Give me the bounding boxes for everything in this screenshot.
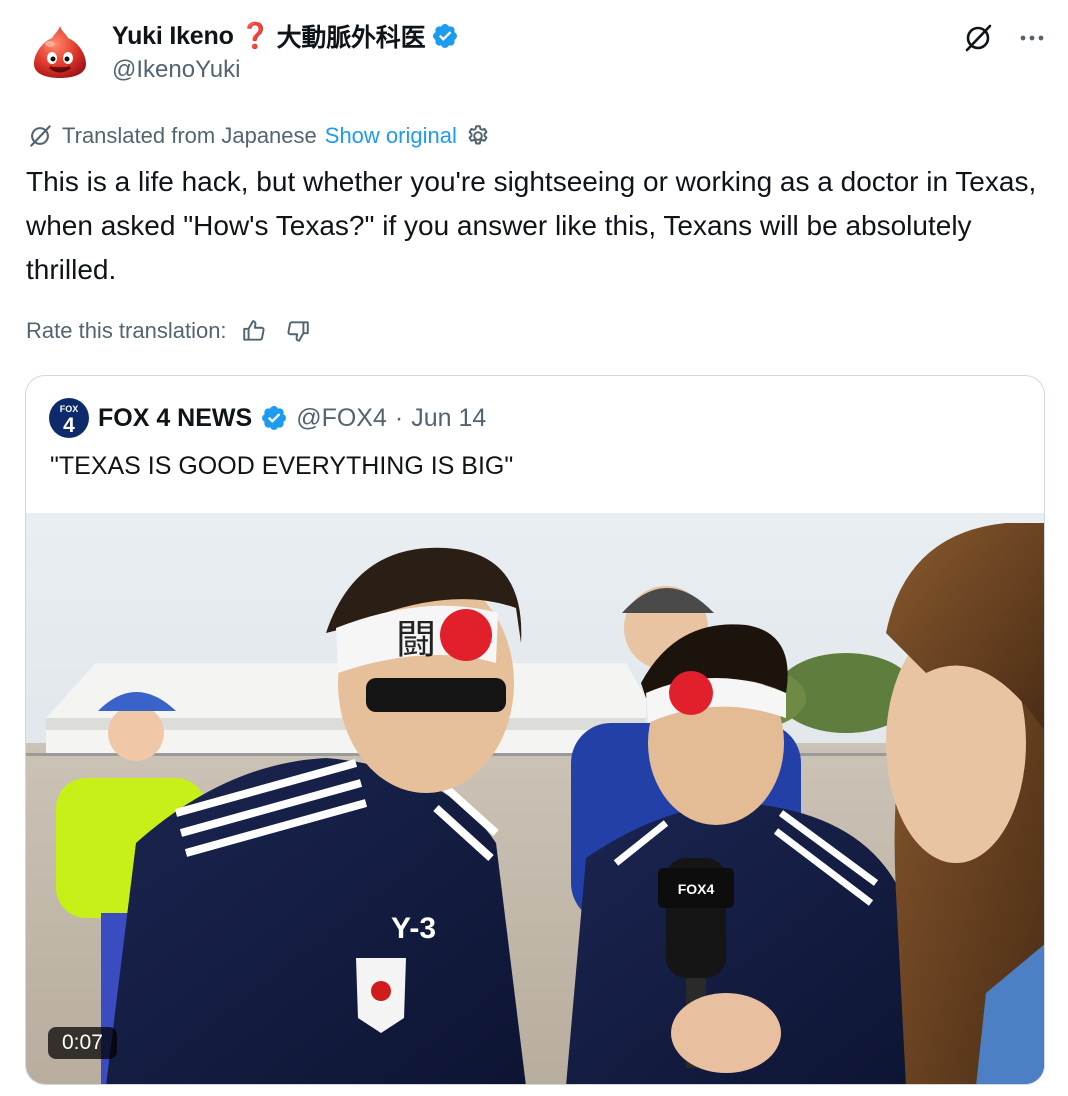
more-icon[interactable] (1016, 22, 1048, 54)
verified-badge-icon[interactable] (260, 404, 288, 432)
author-name-row[interactable]: Yuki Ikeno ❓ 大動脈外科医 (112, 20, 459, 52)
fox4-logo[interactable]: FOX 4 (48, 397, 90, 439)
author-handle[interactable]: @IkenoYuki (112, 56, 240, 84)
author-name-emoji: ❓ (239, 21, 271, 50)
grok-icon[interactable] (962, 22, 994, 54)
tweet-text: This is a life hack, but whether you're … (26, 166, 1037, 285)
avatar[interactable] (28, 20, 92, 84)
thumbs-down-icon[interactable] (281, 314, 315, 348)
thumbs-up-icon[interactable] (237, 314, 271, 348)
quoted-tweet-header: FOX 4 FOX 4 NEWS @FOX4 · Jun 14 (48, 398, 486, 438)
fox4-logo-number: 4 (63, 414, 75, 437)
author-name-suffix[interactable]: 大動脈外科医 (277, 18, 426, 54)
headband-text: 闘 (396, 617, 436, 663)
dot-separator: · (394, 403, 404, 432)
tweet-header: Yuki Ikeno ❓ 大動脈外科医 @IkenoYuki (28, 20, 1048, 92)
quoted-tweet-date[interactable]: Jun 14 (411, 404, 486, 433)
rate-label: Rate this translation: (26, 318, 227, 343)
translated-from-label: Translated from Japanese (62, 123, 317, 148)
quoted-author-handle[interactable]: @FOX4 (296, 404, 387, 433)
shirt-brand: Y-3 (391, 912, 436, 945)
verified-badge-icon[interactable] (431, 22, 459, 50)
grok-translate-icon (30, 125, 51, 147)
quoted-tweet[interactable]: FOX 4 FOX 4 NEWS @FOX4 · Jun 14 "TEXAS I… (25, 375, 1045, 1085)
video-duration: 0:07 (48, 1027, 117, 1059)
show-original-link[interactable]: Show original (325, 123, 457, 149)
quoted-tweet-text: "TEXAS IS GOOD EVERYTHING IS BIG" (50, 452, 514, 480)
mic-label: FOX4 (678, 881, 715, 897)
translation-notice: Translated from Japanese Show original (26, 120, 491, 152)
top-actions (962, 22, 1048, 54)
gear-icon[interactable] (465, 123, 491, 149)
rate-translation: Rate this translation: (26, 314, 315, 348)
quoted-author-name[interactable]: FOX 4 NEWS (98, 404, 252, 433)
fox4-logo-top-text: FOX (60, 404, 79, 414)
author-display-name[interactable]: Yuki Ikeno (112, 22, 234, 51)
video-player[interactable]: 闘 Y-3 FOX4 (26, 513, 1045, 1085)
